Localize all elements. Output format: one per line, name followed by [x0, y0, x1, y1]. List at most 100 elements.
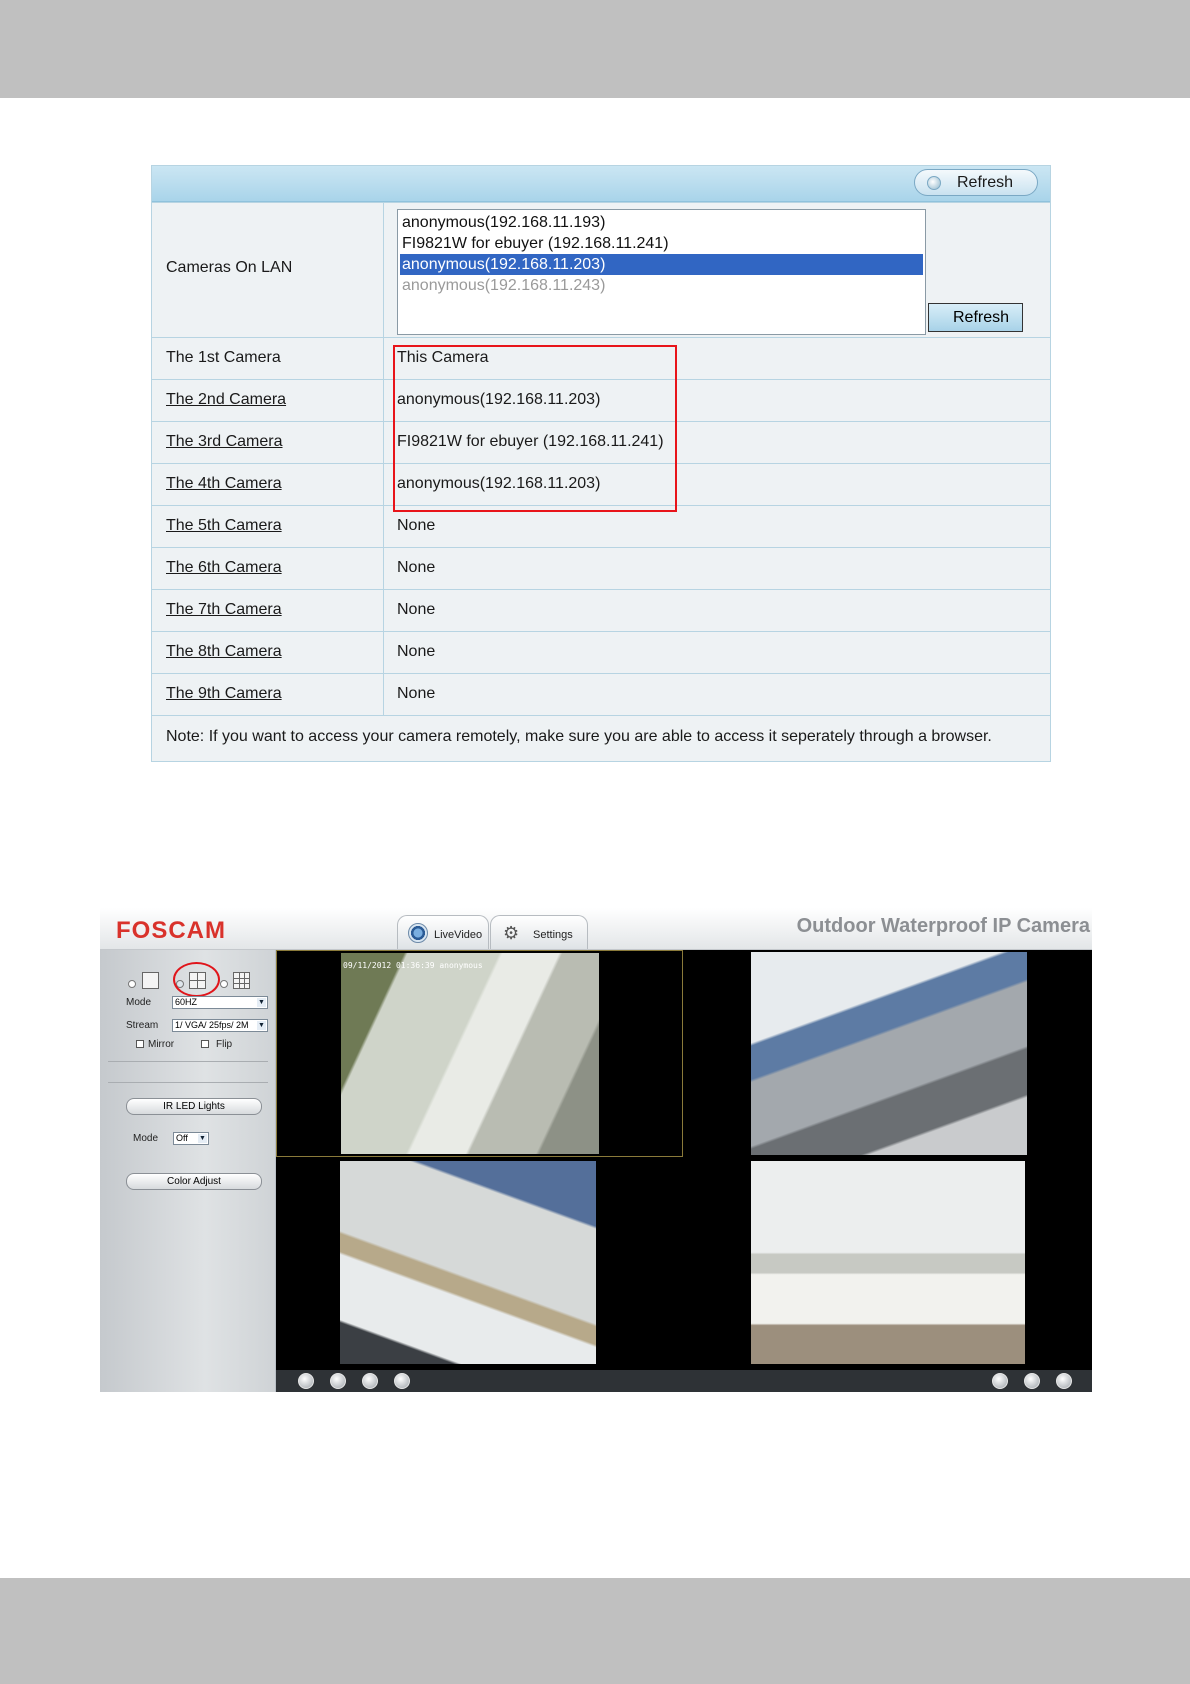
tab-settings-label: Settings	[533, 929, 573, 941]
snapshot-icon[interactable]	[992, 1373, 1008, 1389]
camera-slot-link[interactable]: The 3rd Camera	[166, 433, 283, 451]
mirror-checkbox[interactable]	[136, 1040, 144, 1048]
column-divider	[383, 590, 384, 632]
gear-icon: ⚙	[503, 923, 520, 943]
ir-mode-label: Mode	[133, 1133, 159, 1144]
note-row: Note: If you want to access your camera …	[152, 715, 1050, 761]
video-control-bar	[276, 1370, 1092, 1392]
camera-slot-label: The 1st Camera	[166, 349, 281, 366]
mirror-label: Mirror	[148, 1039, 175, 1050]
camera-slot-value: None	[397, 643, 436, 660]
webcam-icon	[408, 923, 428, 943]
stop-icon[interactable]	[330, 1373, 346, 1389]
camera-slot-link[interactable]: The 8th Camera	[166, 643, 282, 661]
flip-checkbox[interactable]	[201, 1040, 209, 1048]
camera-row: The 9th Camera None	[152, 673, 1050, 716]
column-divider	[383, 632, 384, 674]
tab-settings[interactable]: ⚙ Settings	[490, 915, 588, 949]
column-divider	[383, 464, 384, 506]
divider	[108, 1082, 268, 1083]
lan-camera-option[interactable]: FI9821W for ebuyer (192.168.11.241)	[400, 233, 923, 254]
layout-9-radio[interactable]	[220, 980, 228, 988]
layout-1-radio[interactable]	[128, 980, 136, 988]
app-header: FOSCAM LiveVideo ⚙ Settings Outdoor Wate…	[100, 908, 1092, 950]
chevron-down-icon: ▼	[257, 1021, 266, 1030]
left-control-sidebar: Mode 60HZ ▼ Stream 1/ VGA/ 25fps/ 2M ▼ M…	[100, 950, 275, 1392]
stream-select-value: 1/ VGA/ 25fps/ 2M	[175, 1020, 249, 1030]
camera-row: The 8th Camera None	[152, 631, 1050, 674]
camera-slot-value: None	[397, 685, 436, 702]
camera-row: The 7th Camera None	[152, 589, 1050, 632]
ir-mode-value: Off	[176, 1133, 188, 1143]
record-icon[interactable]	[1024, 1373, 1040, 1389]
camera-slot-link[interactable]: The 7th Camera	[166, 601, 282, 619]
camera-slot-link[interactable]: The 4th Camera	[166, 475, 282, 493]
tab-live-video[interactable]: LiveVideo	[397, 915, 489, 949]
stream-select[interactable]: 1/ VGA/ 25fps/ 2M ▼	[172, 1019, 268, 1032]
remote-access-note: Note: If you want to access your camera …	[166, 728, 992, 745]
top-gray-band	[0, 0, 1190, 98]
video-feed-3[interactable]	[276, 1159, 683, 1366]
video-image-shelves	[751, 1161, 1025, 1364]
panel-header: Refresh	[152, 166, 1050, 202]
foscam-logo: FOSCAM	[116, 917, 226, 944]
column-divider	[383, 338, 384, 380]
cameras-on-lan-row: Cameras On LAN anonymous(192.168.11.193)…	[152, 202, 1050, 338]
camera-slot-link[interactable]: The 9th Camera	[166, 685, 282, 703]
camera-slot-link[interactable]: The 5th Camera	[166, 517, 282, 535]
video-image-office-plant	[341, 953, 599, 1154]
camera-slot-value: None	[397, 559, 436, 576]
lan-camera-option[interactable]: anonymous(192.168.11.203)	[400, 254, 923, 275]
divider	[108, 1061, 268, 1062]
column-divider	[383, 548, 384, 590]
column-divider	[383, 203, 384, 338]
mode-select-value: 60HZ	[175, 997, 198, 1007]
video-image-wall-fan	[340, 1161, 596, 1364]
tab-live-video-label: LiveVideo	[434, 929, 483, 941]
talk-icon[interactable]	[362, 1373, 378, 1389]
refresh-icon	[927, 176, 941, 190]
mode-select[interactable]: 60HZ ▼	[172, 996, 268, 1009]
camera-row: The 6th Camera None	[152, 547, 1050, 590]
camera-slot-link[interactable]: The 6th Camera	[166, 559, 282, 577]
layout-highlight-circle	[173, 962, 220, 997]
list-refresh-label: Refresh	[953, 309, 1010, 326]
lan-camera-option[interactable]: anonymous(192.168.11.243)	[400, 275, 923, 296]
list-refresh-button[interactable]: Refresh	[928, 303, 1023, 332]
highlight-box	[393, 345, 677, 512]
product-title: Outdoor Waterproof IP Camera	[796, 915, 1090, 937]
video-feed-1[interactable]: 09/11/2012 01:36:39 anonymous	[276, 950, 683, 1157]
stream-label: Stream	[126, 1020, 159, 1031]
cameras-on-lan-label: Cameras On LAN	[166, 259, 293, 276]
lan-camera-option[interactable]: anonymous(192.168.11.193)	[400, 212, 923, 233]
live-video-screenshot: FOSCAM LiveVideo ⚙ Settings Outdoor Wate…	[100, 908, 1092, 1392]
camera-slot-link[interactable]: The 2nd Camera	[166, 391, 286, 409]
header-refresh-button[interactable]: Refresh	[914, 169, 1038, 196]
video-timestamp: 09/11/2012 01:36:39 anonymous	[343, 961, 483, 970]
nine-view-icon	[233, 972, 250, 989]
chevron-down-icon: ▼	[198, 1134, 207, 1143]
lan-camera-listbox[interactable]: anonymous(192.168.11.193) FI9821W for ebu…	[397, 209, 926, 335]
ir-mode-select[interactable]: Off ▼	[173, 1132, 209, 1145]
video-feed-2[interactable]	[685, 950, 1092, 1157]
column-divider	[383, 506, 384, 548]
fullscreen-icon[interactable]	[1056, 1373, 1072, 1389]
camera-slot-value: None	[397, 517, 436, 534]
column-divider	[383, 380, 384, 422]
bottom-gray-band	[0, 1578, 1190, 1684]
play-icon[interactable]	[298, 1373, 314, 1389]
video-grid: 09/11/2012 01:36:39 anonymous	[276, 950, 1092, 1370]
column-divider	[383, 674, 384, 716]
header-refresh-label: Refresh	[957, 174, 1014, 191]
flip-label: Flip	[216, 1039, 233, 1050]
mode-label: Mode	[126, 997, 152, 1008]
camera-slot-value: None	[397, 601, 436, 618]
audio-icon[interactable]	[394, 1373, 410, 1389]
video-feed-4[interactable]	[685, 1159, 1092, 1366]
single-view-icon	[142, 972, 159, 989]
column-divider	[383, 422, 384, 464]
color-adjust-button[interactable]: Color Adjust	[126, 1173, 262, 1190]
chevron-down-icon: ▼	[257, 998, 266, 1007]
ir-led-lights-button[interactable]: IR LED Lights	[126, 1098, 262, 1115]
video-image-office-desks	[751, 952, 1027, 1155]
